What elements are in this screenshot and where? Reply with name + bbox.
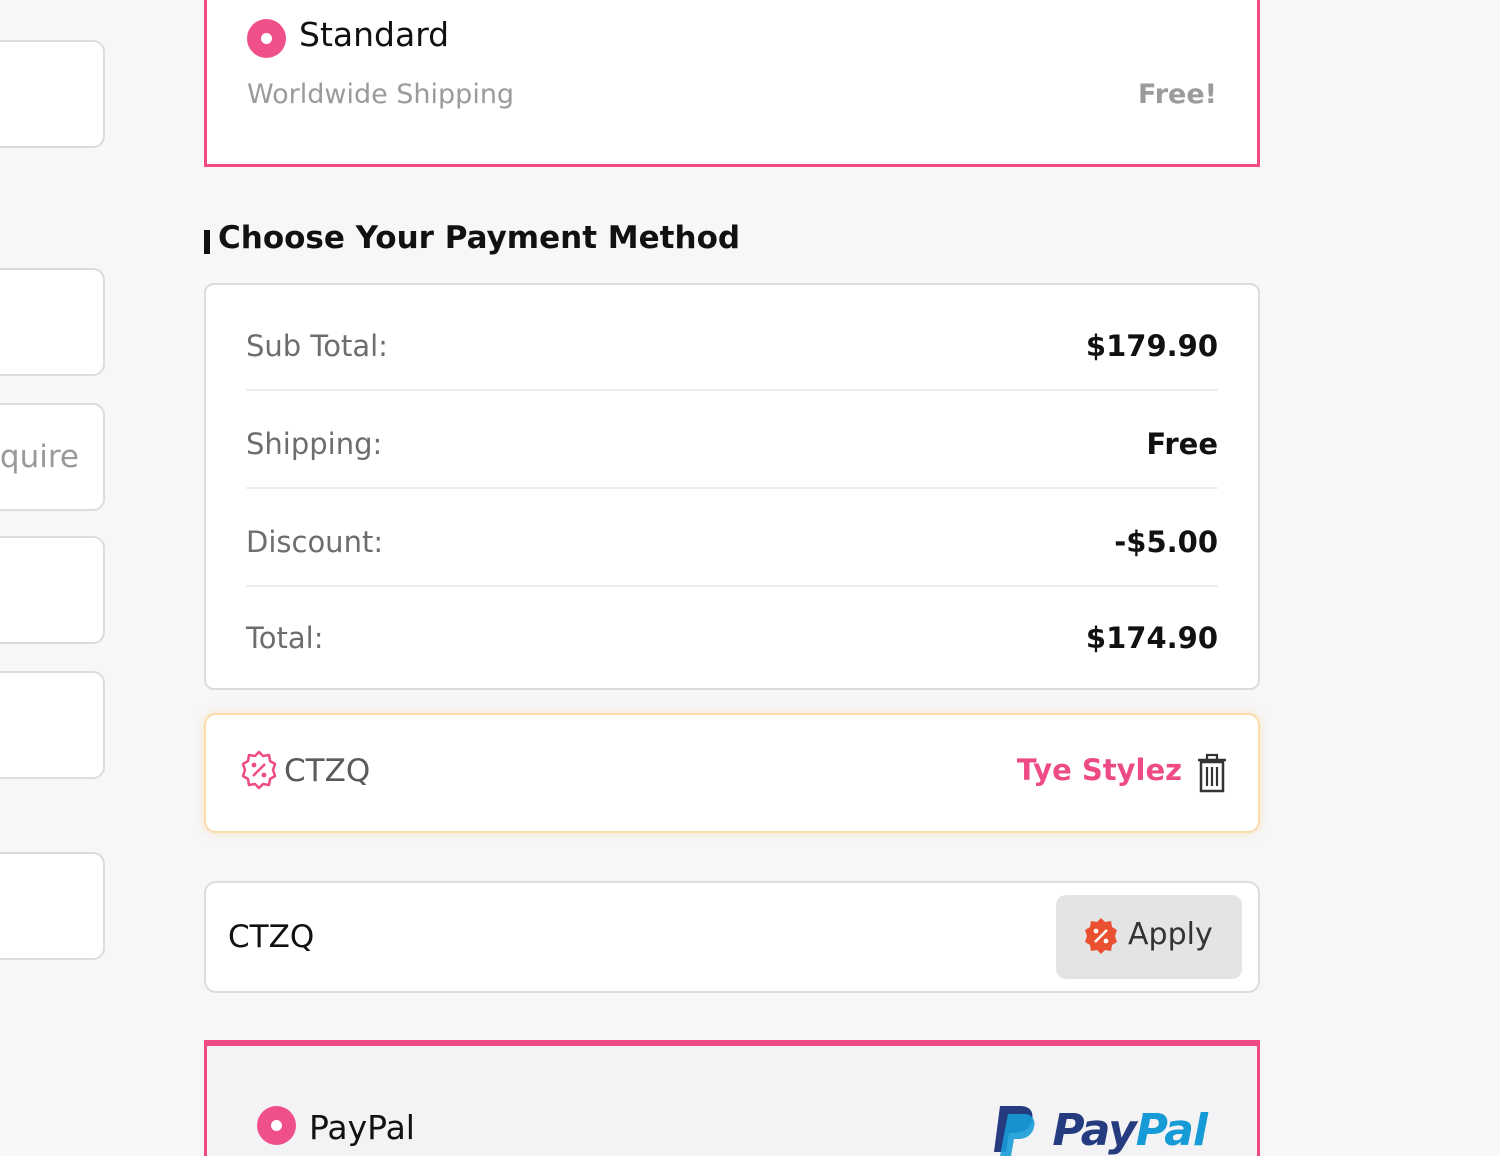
summary-label: Sub Total: [246, 329, 388, 363]
summary-row-subtotal: Sub Total: $179.90 [246, 293, 1218, 391]
coupon-badge-icon [1085, 918, 1117, 954]
left-input-1[interactable] [0, 40, 105, 148]
left-input-3[interactable]: equire [0, 403, 105, 511]
coupon-badge-icon [241, 750, 277, 790]
summary-value: $174.90 [1085, 621, 1218, 655]
paypal-wordmark-pal: Pal [1135, 1104, 1208, 1156]
shipping-option-standard[interactable]: Standard Worldwide Shipping Free! [204, 0, 1260, 167]
left-input-4[interactable] [0, 536, 105, 644]
summary-row-total: Total: $174.90 [246, 585, 1218, 683]
payment-option-name: PayPal [309, 1108, 415, 1147]
shipping-radio-selected[interactable] [247, 19, 286, 58]
left-input-2[interactable] [0, 268, 105, 376]
summary-value: Free [1146, 427, 1218, 461]
shipping-price: Free! [1138, 79, 1217, 110]
applied-coupon-owner: Tye Stylez [1016, 753, 1182, 787]
payment-radio-selected[interactable] [257, 1106, 296, 1145]
coupon-input-group: Apply [204, 881, 1260, 993]
summary-row-discount: Discount: -$5.00 [246, 489, 1218, 587]
applied-coupon-code: CTZQ [284, 753, 371, 789]
summary-label: Shipping: [246, 427, 383, 461]
summary-label: Total: [246, 621, 324, 655]
shipping-name: Standard [299, 15, 450, 54]
paypal-wordmark: PayPal [1052, 1104, 1208, 1156]
trash-icon[interactable] [1196, 753, 1228, 793]
order-summary: Sub Total: $179.90 Shipping: Free Discou… [204, 283, 1260, 690]
summary-row-shipping: Shipping: Free [246, 391, 1218, 489]
applied-coupon: CTZQ Tye Stylez [204, 713, 1260, 833]
payment-section-title: Choose Your Payment Method [204, 220, 740, 256]
summary-value: -$5.00 [1114, 525, 1218, 559]
paypal-wordmark-pay: Pay [1052, 1104, 1136, 1156]
left-input-6[interactable] [0, 852, 105, 960]
left-input-5[interactable] [0, 671, 105, 779]
paypal-logo: PayPal [990, 1100, 1208, 1156]
coupon-input[interactable] [228, 907, 1008, 967]
summary-label: Discount: [246, 525, 384, 559]
payment-option-paypal[interactable]: PayPal PayPal [204, 1040, 1260, 1156]
apply-coupon-button[interactable]: Apply [1056, 895, 1242, 979]
paypal-p-icon [994, 1106, 1035, 1156]
apply-button-label: Apply [1128, 917, 1213, 952]
shipping-subtitle: Worldwide Shipping [247, 79, 515, 110]
left-input-3-text: equire [0, 439, 79, 475]
summary-value: $179.90 [1085, 329, 1218, 363]
